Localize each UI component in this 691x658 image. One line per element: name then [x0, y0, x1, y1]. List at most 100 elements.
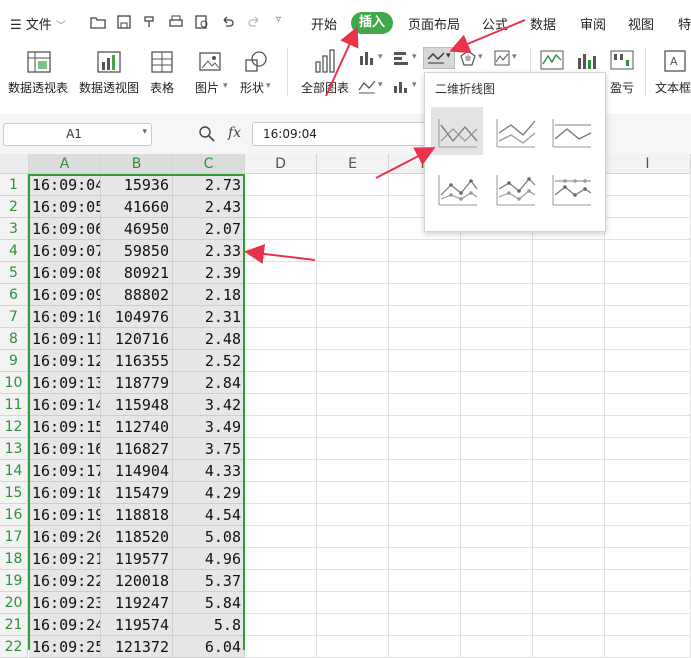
cell-empty[interactable] — [605, 438, 691, 460]
sparkline-column-icon[interactable] — [575, 50, 599, 70]
line-with-markers-option[interactable] — [431, 165, 483, 213]
cell-empty[interactable] — [605, 306, 691, 328]
cell-empty[interactable] — [533, 548, 605, 570]
cell-time[interactable]: 16:09:18 — [29, 482, 101, 504]
row-header[interactable]: 18 — [0, 548, 28, 570]
cell-empty[interactable] — [317, 614, 389, 636]
cell-value-c[interactable]: 4.29 — [173, 482, 245, 504]
cell-empty[interactable] — [533, 350, 605, 372]
cell-value-b[interactable]: 120018 — [101, 570, 173, 592]
stacked-line-chart-option[interactable] — [489, 107, 541, 155]
win-loss-button[interactable]: 盈亏 — [610, 79, 634, 96]
bar-chart-dropdown-icon[interactable]: ▾ — [412, 52, 417, 62]
row-header[interactable]: 7 — [0, 306, 28, 328]
cell-time[interactable]: 16:09:20 — [29, 526, 101, 548]
cell-value-b[interactable]: 116355 — [101, 350, 173, 372]
cell-empty[interactable] — [533, 592, 605, 614]
cell-empty[interactable] — [245, 438, 317, 460]
cell-time[interactable]: 16:09:16 — [29, 438, 101, 460]
cell-empty[interactable] — [605, 482, 691, 504]
cell-empty[interactable] — [245, 570, 317, 592]
cell-empty[interactable] — [245, 614, 317, 636]
cell-empty[interactable] — [461, 262, 533, 284]
cell-time[interactable]: 16:09:22 — [29, 570, 101, 592]
cell-empty[interactable] — [533, 240, 605, 262]
cell-value-c[interactable]: 6.04 — [173, 636, 245, 658]
cell-empty[interactable] — [605, 350, 691, 372]
cell-time[interactable]: 16:09:12 — [29, 350, 101, 372]
column-chart-icon[interactable] — [358, 50, 376, 66]
cell-time[interactable]: 16:09:19 — [29, 504, 101, 526]
cell-time[interactable]: 16:09:06 — [29, 218, 101, 240]
cell-empty[interactable] — [317, 526, 389, 548]
name-box[interactable]: A1 ▾ — [3, 123, 152, 146]
cell-empty[interactable] — [533, 328, 605, 350]
cell-value-b[interactable]: 41660 — [101, 196, 173, 218]
cell-empty[interactable] — [461, 570, 533, 592]
row-header[interactable]: 11 — [0, 394, 28, 416]
cell-empty[interactable] — [533, 570, 605, 592]
cell-empty[interactable] — [389, 306, 461, 328]
cell-time[interactable]: 16:09:13 — [29, 372, 101, 394]
cell-empty[interactable] — [389, 614, 461, 636]
cell-empty[interactable] — [317, 218, 389, 240]
cell-empty[interactable] — [605, 394, 691, 416]
cell-value-c[interactable]: 2.33 — [173, 240, 245, 262]
tab-page-layout[interactable]: 页面布局 — [408, 14, 460, 33]
cell-value-b[interactable]: 118818 — [101, 504, 173, 526]
picture-dropdown-icon[interactable]: ▾ — [223, 81, 228, 91]
cell-empty[interactable] — [389, 592, 461, 614]
cell-empty[interactable] — [533, 482, 605, 504]
cell-empty[interactable] — [389, 416, 461, 438]
cell-empty[interactable] — [245, 504, 317, 526]
cell-value-b[interactable]: 118520 — [101, 526, 173, 548]
cell-empty[interactable] — [317, 372, 389, 394]
cell-empty[interactable] — [245, 526, 317, 548]
cell-value-b[interactable]: 119577 — [101, 548, 173, 570]
cell-empty[interactable] — [389, 482, 461, 504]
cell-empty[interactable] — [245, 482, 317, 504]
save-icon[interactable] — [116, 14, 132, 30]
cell-value-c[interactable]: 5.37 — [173, 570, 245, 592]
cell-empty[interactable] — [605, 174, 691, 196]
cell-time[interactable]: 16:09:05 — [29, 196, 101, 218]
cell-empty[interactable] — [461, 504, 533, 526]
area-chart-dropdown-icon[interactable]: ▾ — [378, 80, 383, 90]
cell-value-c[interactable]: 3.49 — [173, 416, 245, 438]
cell-empty[interactable] — [245, 372, 317, 394]
text-box-button[interactable]: 文本框 — [655, 79, 691, 96]
cell-value-b[interactable]: 115479 — [101, 482, 173, 504]
cell-empty[interactable] — [533, 416, 605, 438]
cell-empty[interactable] — [389, 570, 461, 592]
fx-label[interactable]: fx — [228, 125, 241, 141]
cell-empty[interactable] — [605, 196, 691, 218]
line-chart-option[interactable] — [431, 107, 483, 155]
cell-empty[interactable] — [317, 174, 389, 196]
cell-empty[interactable] — [245, 218, 317, 240]
area-chart-icon[interactable] — [358, 78, 376, 94]
cell-empty[interactable] — [245, 460, 317, 482]
tab-formulas[interactable]: 公式 — [482, 14, 508, 33]
cell-value-c[interactable]: 3.75 — [173, 438, 245, 460]
shape-button[interactable]: 形状 — [240, 79, 264, 96]
cell-value-b[interactable]: 88802 — [101, 284, 173, 306]
cell-empty[interactable] — [461, 438, 533, 460]
cell-empty[interactable] — [245, 548, 317, 570]
format-painter-icon[interactable] — [142, 14, 158, 30]
cell-value-c[interactable]: 2.07 — [173, 218, 245, 240]
tab-review[interactable]: 审阅 — [580, 14, 606, 33]
combo-chart-dropdown-icon[interactable]: ▾ — [412, 80, 417, 90]
row-header[interactable]: 21 — [0, 614, 28, 636]
cell-empty[interactable] — [605, 284, 691, 306]
table-button[interactable]: 表格 — [150, 79, 174, 96]
cell-empty[interactable] — [461, 306, 533, 328]
cell-empty[interactable] — [461, 284, 533, 306]
cell-empty[interactable] — [461, 394, 533, 416]
cell-empty[interactable] — [605, 460, 691, 482]
cell-empty[interactable] — [461, 372, 533, 394]
redo-icon[interactable] — [246, 14, 262, 30]
picture-button[interactable]: 图片 — [195, 79, 219, 96]
row-header[interactable]: 2 — [0, 196, 28, 218]
pivot-chart-button[interactable]: 数据透视图 — [79, 79, 139, 96]
cell-empty[interactable] — [317, 416, 389, 438]
